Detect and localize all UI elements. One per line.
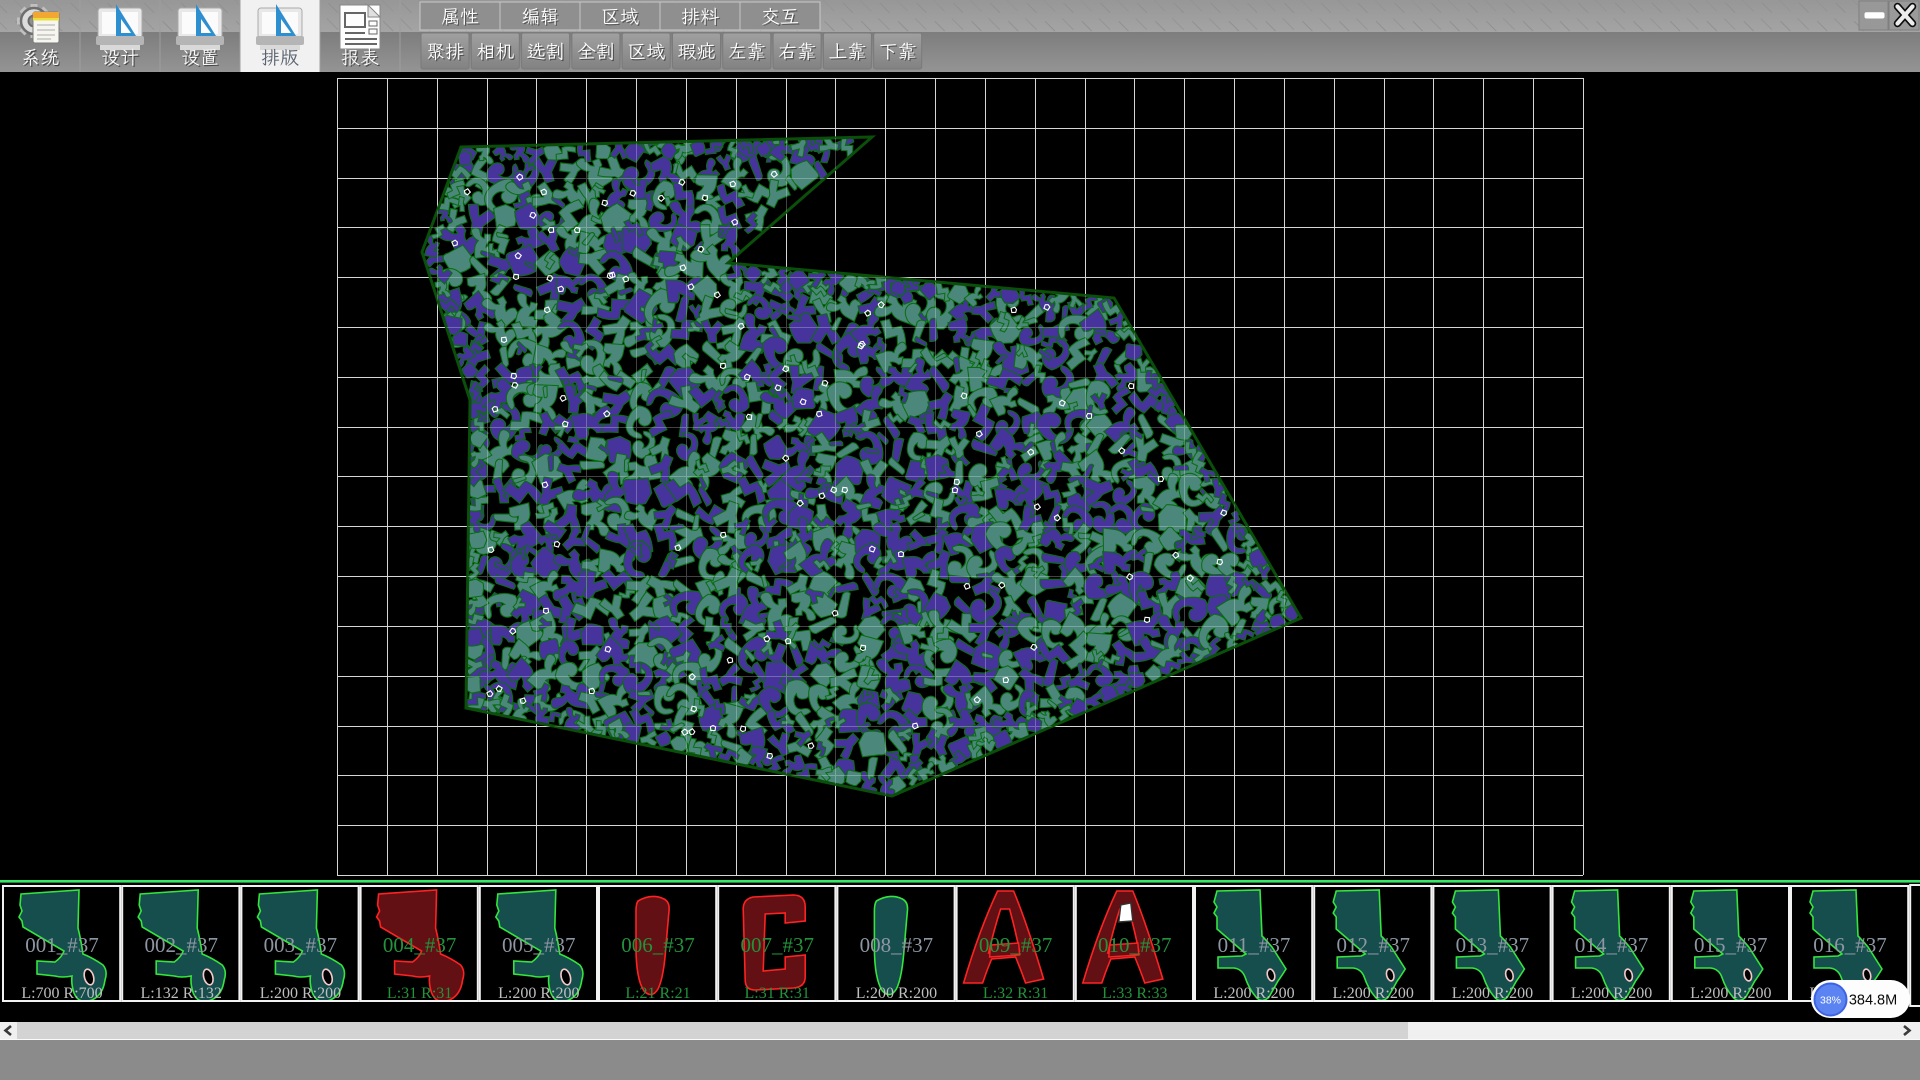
svg-text:L:132 R:132: L:132 R:132	[141, 985, 222, 1002]
svg-text:L:700 R:700: L:700 R:700	[21, 985, 102, 1002]
svg-text:L:21 R:21: L:21 R:21	[625, 985, 690, 1002]
svg-text:005_#37: 005_#37	[502, 933, 576, 957]
svg-text:L:200 R:200: L:200 R:200	[498, 985, 579, 1002]
svg-text:L:31 R:31: L:31 R:31	[387, 985, 452, 1002]
svg-text:L:32 R:31: L:32 R:31	[983, 985, 1048, 1002]
svg-text:L:200 R:200: L:200 R:200	[856, 985, 937, 1002]
svg-text:L:200 R:200: L:200 R:200	[1213, 985, 1294, 1002]
svg-text:L:200 R:200: L:200 R:200	[1452, 985, 1533, 1002]
svg-text:L:200 R:200: L:200 R:200	[260, 985, 341, 1002]
svg-text:009_#37: 009_#37	[979, 933, 1053, 957]
svg-text:L:200 R:200: L:200 R:200	[1333, 985, 1414, 1002]
svg-text:014_#37: 014_#37	[1575, 933, 1649, 957]
svg-text:L:33 R:33: L:33 R:33	[1102, 985, 1167, 1002]
svg-text:003_#37: 003_#37	[264, 933, 338, 957]
svg-text:L:200 R:200: L:200 R:200	[1690, 985, 1771, 1002]
svg-text:015_#37: 015_#37	[1694, 933, 1768, 957]
svg-text:007_#37: 007_#37	[740, 933, 814, 957]
svg-text:008_#37: 008_#37	[860, 933, 934, 957]
svg-text:384.8M: 384.8M	[1849, 993, 1897, 1009]
svg-text:001_#37: 001_#37	[25, 933, 99, 957]
svg-text:38%: 38%	[1820, 995, 1841, 1007]
svg-text:006_#37: 006_#37	[621, 933, 695, 957]
svg-text:004_#37: 004_#37	[383, 933, 457, 957]
svg-text:L:200 R:200: L:200 R:200	[1571, 985, 1652, 1002]
svg-text:012_#37: 012_#37	[1336, 933, 1410, 957]
svg-text:011_#37: 011_#37	[1218, 933, 1291, 957]
svg-text:013_#37: 013_#37	[1456, 933, 1530, 957]
svg-text:L:31 R:31: L:31 R:31	[745, 985, 810, 1002]
svg-text:002_#37: 002_#37	[144, 933, 218, 957]
svg-text:010_#37: 010_#37	[1098, 933, 1172, 957]
svg-text:016_#37: 016_#37	[1813, 933, 1887, 957]
